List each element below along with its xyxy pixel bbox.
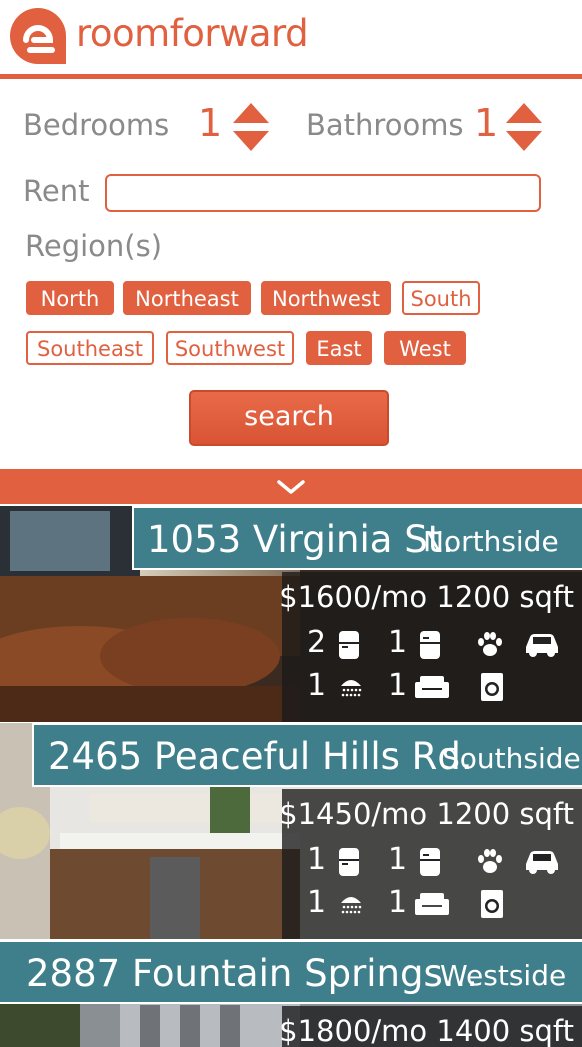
region-chip-west[interactable]: West [384, 331, 466, 365]
bedrooms-stepper[interactable] [231, 101, 271, 153]
couch-count: 1 [388, 668, 408, 703]
stepper-down-icon [506, 131, 542, 151]
washer-icon [481, 673, 503, 701]
rent-input[interactable] [105, 174, 541, 212]
listing-card[interactable]: 2465 Peaceful Hills Rd. Southside $1450/… [0, 723, 582, 939]
listing-price: $1600/mo [279, 580, 428, 614]
bathroom-count: 1 [307, 668, 327, 703]
region-chip-south[interactable]: South [402, 281, 480, 315]
bathrooms-value: 1 [474, 101, 499, 145]
couch-count: 1 [388, 885, 408, 920]
fridge-count: 1 [388, 842, 408, 877]
listing-sqft: 1200 sqft [436, 580, 574, 614]
pet-icon [478, 849, 502, 873]
car-icon [526, 851, 558, 874]
app-name: roomforward [76, 12, 309, 55]
listing-price: $1450/mo [279, 797, 428, 831]
rent-label: Rent [23, 174, 90, 208]
washer-icon [481, 890, 503, 918]
bedrooms-label: Bedrooms [23, 108, 170, 142]
fridge-icon [420, 848, 440, 876]
listing-sqft: 1200 sqft [436, 797, 574, 831]
listing-title: 1053 Virginia St. Northside [132, 506, 582, 570]
listing-price-sqft: $1450/mo 1200 sqft [279, 797, 574, 831]
listing-price-sqft: $1600/mo 1200 sqft [279, 580, 574, 614]
bathrooms-stepper[interactable] [504, 101, 544, 153]
bedrooms-value: 1 [198, 101, 223, 145]
fridge-count: 1 [388, 625, 408, 660]
bedroom-count: 1 [307, 842, 327, 877]
listing-neighborhood: Southside [442, 742, 581, 775]
stepper-down-icon [233, 131, 269, 151]
bathrooms-label: Bathrooms [306, 108, 464, 142]
shower-icon [341, 680, 362, 697]
couch-icon [415, 676, 449, 698]
listing-price: $1800/mo [279, 1014, 428, 1047]
listing-address: 2465 Peaceful Hills Rd. [48, 735, 473, 778]
header-divider [0, 74, 582, 79]
couch-icon [415, 893, 449, 915]
shower-icon [341, 897, 362, 914]
app-header: roomforward [0, 0, 582, 74]
listing-title: 2887 Fountain Springs... Westside [0, 940, 582, 1004]
regions-label: Region(s) [25, 229, 163, 263]
fridge-icon [339, 631, 359, 659]
bathroom-count: 1 [307, 885, 327, 920]
listing-card[interactable]: 2887 Fountain Springs... Westside $1800/… [0, 940, 582, 1047]
listing-address: 2887 Fountain Springs... [26, 952, 479, 995]
car-icon [526, 634, 558, 657]
listing-address: 1053 Virginia St. [147, 518, 454, 561]
search-button[interactable]: search [189, 390, 389, 446]
region-chip-east[interactable]: East [306, 331, 372, 365]
stepper-up-icon [506, 103, 542, 123]
listing-sqft: 1400 sqft [436, 1014, 574, 1047]
listing-neighborhood: Westside [440, 959, 567, 992]
region-chip-northeast[interactable]: Northeast [123, 281, 251, 315]
listing-details: $1450/mo 1200 sqft 1 1 1 1 [279, 789, 582, 939]
fridge-icon [339, 848, 359, 876]
listing-details: $1600/mo 1200 sqft 2 1 1 1 [279, 572, 582, 722]
pet-icon [478, 632, 502, 656]
logo-icon [10, 8, 66, 64]
region-chip-southwest[interactable]: Southwest [166, 331, 294, 365]
stepper-up-icon [233, 103, 269, 123]
fridge-icon [420, 631, 440, 659]
region-chip-southeast[interactable]: Southeast [26, 331, 154, 365]
collapse-filters-bar[interactable] [0, 469, 582, 504]
bedroom-count: 2 [307, 625, 327, 660]
region-chip-northwest[interactable]: Northwest [261, 281, 391, 315]
region-chip-north[interactable]: North [26, 281, 114, 315]
listing-details: $1800/mo 1400 sqft [279, 1006, 582, 1047]
listing-price-sqft: $1800/mo 1400 sqft [279, 1014, 574, 1047]
listing-card[interactable]: 1053 Virginia St. Northside $1600/mo 120… [0, 506, 582, 722]
listing-neighborhood: Northside [423, 525, 559, 558]
chevron-down-icon [277, 480, 305, 494]
listing-title: 2465 Peaceful Hills Rd. Southside [32, 723, 582, 787]
